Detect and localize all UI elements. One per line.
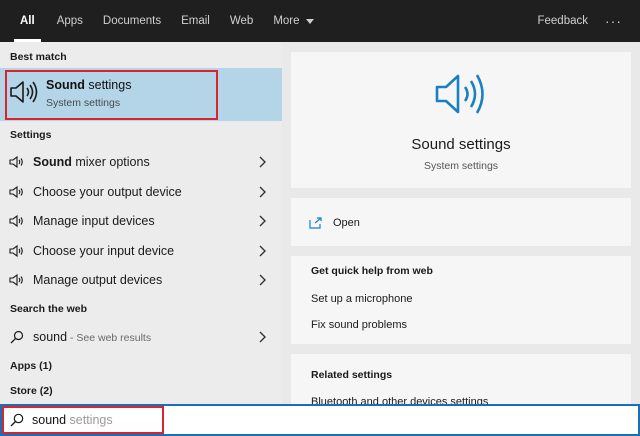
settings-item-label: Manage output devices	[33, 273, 163, 287]
settings-item-label: Choose your output device	[33, 185, 182, 199]
settings-item-sound-mixer[interactable]: Sound mixer options	[0, 148, 282, 176]
settings-item-output-devices[interactable]: Manage output devices	[0, 266, 282, 294]
preview-title: Sound settings	[411, 136, 511, 153]
speaker-icon	[435, 74, 484, 114]
feedback-button[interactable]: Feedback	[537, 0, 588, 42]
tab-documents[interactable]: Documents	[93, 0, 171, 42]
chevron-right-icon[interactable]	[258, 215, 266, 227]
search-box[interactable]: sound settings	[0, 404, 640, 436]
open-action[interactable]: Open	[309, 213, 360, 233]
speaker-icon	[9, 185, 23, 199]
tab-more[interactable]: More	[263, 0, 323, 42]
annotation-highlight-box	[5, 70, 218, 120]
tab-apps[interactable]: Apps	[47, 0, 93, 42]
speaker-icon	[9, 273, 23, 287]
section-settings: Settings	[10, 129, 52, 141]
help-link-sound-problems[interactable]: Fix sound problems	[311, 319, 407, 331]
section-best-match: Best match	[10, 51, 67, 63]
tab-more-label: More	[273, 15, 300, 27]
quick-help-heading: Get quick help from web	[311, 265, 433, 277]
settings-item-input-devices[interactable]: Manage input devices	[0, 207, 282, 235]
chevron-right-icon[interactable]	[258, 274, 266, 286]
web-result-label: sound - See web results	[33, 330, 152, 344]
divider	[291, 188, 631, 198]
chevron-right-icon[interactable]	[258, 331, 266, 343]
chevron-right-icon[interactable]	[258, 245, 266, 257]
open-label: Open	[333, 217, 360, 229]
divider	[291, 246, 631, 256]
speaker-icon	[9, 244, 23, 258]
section-search-web: Search the web	[10, 303, 88, 315]
open-app-icon	[309, 217, 322, 229]
settings-item-label: Choose your input device	[33, 244, 175, 258]
chevron-down-icon	[305, 19, 314, 24]
speaker-icon	[9, 155, 23, 169]
settings-item-input-device[interactable]: Choose your input device	[0, 237, 282, 265]
tab-web[interactable]: Web	[220, 0, 263, 42]
related-settings-heading: Related settings	[311, 369, 393, 381]
settings-item-label: Manage input devices	[33, 214, 155, 228]
best-match-item[interactable]: Sound settings System settings	[0, 68, 282, 121]
search-scope-tabs: All Apps Documents Email Web More Feedba…	[0, 0, 640, 42]
search-icon	[10, 330, 24, 344]
preview-pane: Sound settings System settings Open Get …	[291, 52, 631, 408]
section-apps[interactable]: Apps (1)	[10, 360, 52, 372]
settings-item-output-device[interactable]: Choose your output device	[0, 178, 282, 206]
chevron-right-icon[interactable]	[258, 156, 266, 168]
annotation-highlight-box	[2, 406, 164, 434]
section-store[interactable]: Store (2)	[10, 385, 53, 397]
web-search-result[interactable]: sound - See web results	[0, 323, 282, 351]
results-list: Best match Sound settings System setting…	[0, 42, 282, 404]
more-options-button[interactable]: ···	[605, 0, 622, 42]
preview-subtitle: System settings	[423, 160, 499, 172]
tab-email[interactable]: Email	[171, 0, 220, 42]
settings-item-label: Sound mixer options	[33, 155, 150, 169]
speaker-icon	[9, 214, 23, 228]
chevron-right-icon[interactable]	[258, 186, 266, 198]
divider	[291, 344, 631, 354]
help-link-microphone[interactable]: Set up a microphone	[311, 293, 413, 305]
tab-all[interactable]: All	[0, 0, 47, 42]
